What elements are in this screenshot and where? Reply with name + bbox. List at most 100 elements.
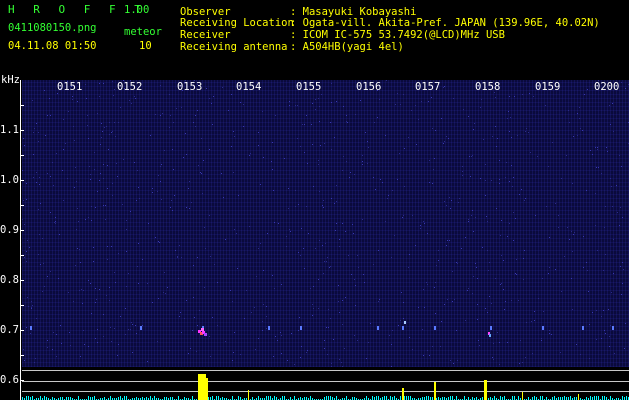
noise-speck [83,290,84,291]
noise-speck [251,312,252,313]
noise-speck [468,116,469,117]
noise-speck [324,261,325,262]
noise-speck [103,205,104,206]
time-label: 0154 [236,81,262,93]
noise-speck [111,341,112,342]
noise-speck [385,221,386,222]
noise-speck [93,261,94,262]
noise-speck [315,99,316,100]
noise-level-bar [518,396,519,400]
noise-speck [95,207,96,208]
noise-speck [225,239,226,240]
noise-speck [601,316,602,317]
noise-speck [312,103,313,104]
signal-spike [206,378,208,400]
freq-tick [20,105,24,106]
noise-level-bar [622,396,623,400]
noise-speck [330,266,331,267]
noise-speck [266,316,267,317]
noise-speck [524,250,525,251]
noise-speck [412,215,413,216]
noise-level-bar [390,396,391,400]
noise-speck [489,296,490,297]
noise-speck [152,192,153,193]
noise-speck [181,257,182,258]
noise-speck [208,178,209,179]
noise-speck [549,333,550,334]
noise-speck [87,115,88,116]
noise-speck [360,100,361,101]
noise-speck [107,188,108,189]
noise-speck [343,156,344,157]
noise-speck [104,127,105,128]
noise-speck [231,146,232,147]
noise-speck [418,150,419,151]
freq-tick [20,155,24,156]
noise-speck [420,225,421,226]
noise-speck [155,237,156,238]
noise-speck [42,291,43,292]
noise-speck [56,153,57,154]
noise-speck [74,187,75,188]
noise-speck [479,345,480,346]
noise-speck [164,272,165,273]
noise-level-bar [310,396,311,400]
noise-speck [456,262,457,263]
noise-speck [230,290,231,291]
time-label: 0155 [296,81,322,93]
noise-speck [183,157,184,158]
noise-speck [573,136,574,137]
noise-speck [605,206,606,207]
noise-speck [118,253,119,254]
noise-speck [157,191,158,192]
noise-speck [526,322,527,323]
noise-speck [189,208,190,209]
noise-level-bar [274,396,275,400]
noise-speck [91,220,92,221]
noise-speck [99,96,100,97]
spectrogram-plot [22,80,629,367]
noise-speck [192,330,193,331]
noise-speck [33,177,34,178]
noise-speck [117,176,118,177]
noise-speck [318,164,319,165]
noise-speck [508,111,509,112]
noise-level-bar [218,396,219,400]
noise-speck [475,263,476,264]
noise-speck [451,200,452,201]
noise-speck [357,340,358,341]
noise-speck [80,356,81,357]
noise-speck [263,304,264,305]
noise-speck [355,305,356,306]
noise-speck [26,199,27,200]
noise-level-bar [88,396,89,400]
noise-speck [426,282,427,283]
noise-speck [505,301,506,302]
noise-speck [266,328,267,329]
noise-speck [147,361,148,362]
noise-level-bar [384,396,385,400]
noise-level-bar [598,396,599,400]
noise-speck [84,344,85,345]
noise-speck [519,363,520,364]
noise-speck [477,304,478,305]
noise-speck [103,314,104,315]
noise-speck [468,288,469,289]
noise-speck [485,164,486,165]
noise-speck [610,325,611,326]
noise-level-bar [378,396,379,400]
noise-speck [272,169,273,170]
noise-speck [377,117,378,118]
noise-speck [427,233,428,234]
noise-speck [97,191,98,192]
noise-speck [397,93,398,94]
noise-speck [97,113,98,114]
noise-speck [134,96,135,97]
noise-speck [233,352,234,353]
noise-speck [622,283,623,284]
noise-speck [541,338,542,339]
noise-speck [126,220,127,221]
noise-speck [515,218,516,219]
noise-speck [210,256,211,257]
signal-spike [522,392,523,400]
